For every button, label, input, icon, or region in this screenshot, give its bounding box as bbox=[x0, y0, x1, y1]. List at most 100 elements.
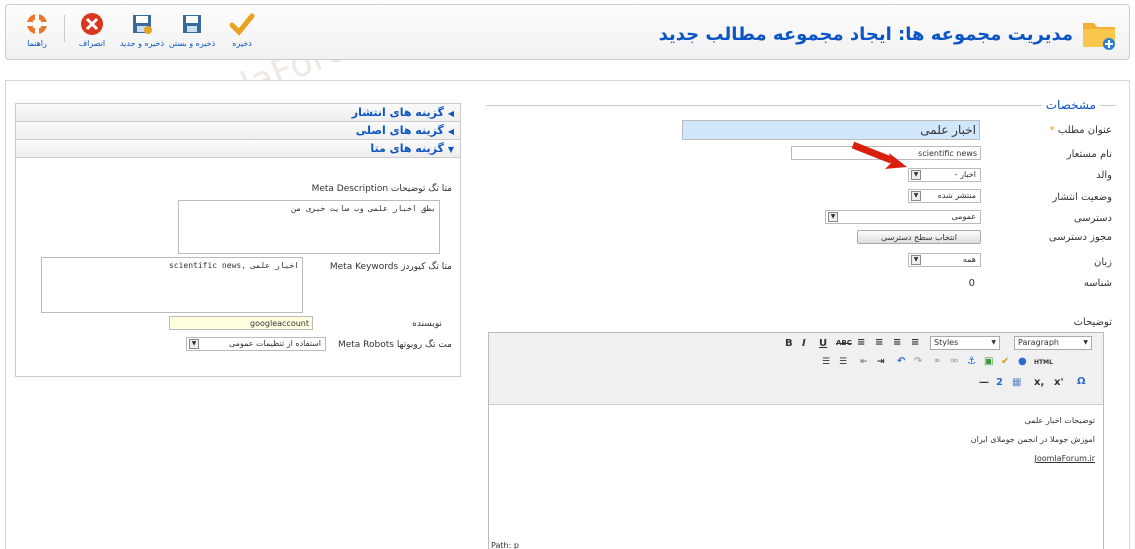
chevron-down-icon: ▼ bbox=[189, 339, 199, 349]
help-button[interactable]: راهنما bbox=[12, 9, 62, 48]
meta-keywords-textarea[interactable]: اخبار علمی ,scientific news bbox=[41, 257, 303, 313]
title-label: * عنوان مطلب bbox=[1050, 125, 1112, 136]
underline-button[interactable]: U bbox=[819, 338, 827, 349]
meta-description-textarea[interactable]: بطق اخبار علمی وب سایت خبری من bbox=[178, 200, 440, 254]
save-close-button[interactable]: ذخیره و بستن bbox=[167, 9, 217, 48]
title-input[interactable]: اخبار علمی bbox=[682, 120, 980, 140]
chevron-left-icon: ◀ bbox=[447, 127, 454, 136]
title-label-text: عنوان مطلب bbox=[1057, 125, 1112, 136]
panel-basic-options[interactable]: گزینه های اصلی ◀ bbox=[16, 122, 460, 140]
parent-label: والد bbox=[1096, 170, 1112, 181]
folder-add-icon bbox=[1083, 23, 1115, 50]
redo-icon[interactable]: ↷ bbox=[914, 356, 922, 367]
chevron-down-icon: ▼ bbox=[447, 145, 454, 154]
undo-icon[interactable]: ↶ bbox=[897, 356, 905, 367]
permissions-label: مجوز دسترسی bbox=[1048, 232, 1112, 243]
author-label: نویسنده bbox=[412, 319, 442, 329]
align-left-icon[interactable]: ≡ bbox=[857, 337, 865, 348]
red-arrow-icon bbox=[851, 141, 907, 169]
editor-line: JoomlaForum.ir bbox=[1034, 454, 1095, 463]
chevron-down-icon: ▼ bbox=[1083, 339, 1088, 346]
save-button[interactable]: ذخیره bbox=[217, 9, 267, 48]
access-select[interactable]: عمومی ▼ bbox=[825, 210, 981, 224]
language-value: همه bbox=[962, 255, 976, 264]
align-justify-icon[interactable]: ≡ bbox=[911, 337, 919, 348]
access-value: عمومی bbox=[951, 212, 976, 221]
bold-button[interactable]: B bbox=[785, 338, 793, 349]
panel-metadata-options[interactable]: گزینه های متا ▼ bbox=[16, 140, 460, 158]
subscript-icon[interactable]: x, bbox=[1034, 377, 1044, 388]
select-access-level-button[interactable]: انتخاب سطح دسترسی bbox=[857, 230, 981, 244]
editor-line: اموزش جوملا در انجمن جوملای ایران bbox=[970, 435, 1095, 444]
options-sidebar: گزینه های انتشار ◀ گزینه های اصلی ◀ گزینه … bbox=[15, 103, 461, 377]
main-content: گزینه های انتشار ◀ گزینه های اصلی ◀ گزینه … bbox=[5, 80, 1130, 549]
chevron-down-icon: ▼ bbox=[991, 339, 996, 346]
save-new-icon bbox=[133, 15, 152, 34]
state-select[interactable]: منتشر شده ▼ bbox=[908, 189, 981, 203]
styles-value: Styles bbox=[934, 338, 959, 347]
panel-label: گزینه های اصلی bbox=[355, 124, 444, 137]
editor-toolbar: B I U ABC ≡ ≡ ≡ ≡ Styles ▼ Paragraph ▼ ☰ ☰… bbox=[489, 333, 1103, 405]
special-char-icon[interactable]: Ω bbox=[1077, 376, 1086, 387]
id-label: شناسه bbox=[1083, 278, 1112, 289]
cleanup-icon[interactable]: ✔ bbox=[1001, 356, 1009, 367]
save-new-button[interactable]: ذخیره و جدید bbox=[117, 9, 167, 48]
remove-format-icon[interactable]: 2 bbox=[996, 377, 1003, 388]
editor-content[interactable]: توضیحات اخبار علمی اموزش جوملا در انجمن … bbox=[489, 405, 1103, 549]
meta-robots-value: استفاده از تنظیمات عمومی bbox=[229, 339, 321, 348]
page-title-wrap: مدیریت مجموعه ها: ایجاد مجموعه مطالب جدی… bbox=[659, 17, 1117, 51]
link-icon[interactable]: ⚭ bbox=[933, 356, 941, 367]
strikethrough-button[interactable]: ABC bbox=[836, 339, 852, 347]
details-legend: مشخصات bbox=[1041, 98, 1100, 112]
chevron-down-icon: ▼ bbox=[911, 255, 921, 265]
parent-value: - اخبار bbox=[954, 170, 976, 179]
italic-button[interactable]: I bbox=[802, 338, 806, 349]
chevron-down-icon: ▼ bbox=[911, 170, 921, 180]
alias-label: نام مستعار bbox=[1066, 149, 1112, 160]
panel-publishing-options[interactable]: گزینه های انتشار ◀ bbox=[16, 104, 460, 122]
cancel-label: انصراف bbox=[78, 39, 106, 48]
align-right-icon[interactable]: ≡ bbox=[893, 337, 901, 348]
help-icon[interactable]: ● bbox=[1018, 356, 1027, 367]
state-label: وضعیت انتشار bbox=[1052, 192, 1112, 203]
horizontal-rule-icon[interactable]: — bbox=[979, 377, 989, 388]
required-mark: * bbox=[1049, 125, 1055, 136]
panel-label: گزینه های انتشار bbox=[351, 106, 444, 119]
save-new-label: ذخیره و جدید bbox=[119, 39, 165, 48]
paragraph-select[interactable]: Paragraph ▼ bbox=[1014, 336, 1092, 350]
language-select[interactable]: همه ▼ bbox=[908, 253, 981, 267]
save-label: ذخیره bbox=[232, 39, 252, 48]
outdent-icon[interactable]: ⇤ bbox=[860, 357, 868, 367]
meta-robots-label: Meta Robots مت تگ روبوتها bbox=[337, 340, 452, 350]
visual-aid-icon[interactable]: ▦ bbox=[1012, 377, 1021, 388]
bullet-list-icon[interactable]: ☰ bbox=[822, 357, 830, 367]
cancel-button[interactable]: انصراف bbox=[67, 9, 117, 48]
details-fieldset: مشخصات * عنوان مطلب اخبار علمی نام مستعا… bbox=[473, 81, 1130, 549]
parent-select[interactable]: - اخبار ▼ bbox=[908, 168, 981, 182]
help-lifebuoy-icon bbox=[26, 13, 48, 35]
language-label: زبان bbox=[1093, 257, 1112, 268]
author-input[interactable]: googleaccount bbox=[169, 316, 313, 330]
paragraph-value: Paragraph bbox=[1018, 338, 1059, 347]
header-bar: راهنما انصراف ذخیره و جدید ذخیره و بستن … bbox=[5, 4, 1130, 60]
editor-line: توضیحات اخبار علمی bbox=[1024, 416, 1095, 425]
indent-icon[interactable]: ⇥ bbox=[877, 357, 885, 367]
cancel-icon bbox=[81, 13, 103, 35]
help-label: راهنما bbox=[27, 39, 47, 48]
checkmark-icon bbox=[229, 13, 255, 36]
align-center-icon[interactable]: ≡ bbox=[875, 337, 883, 348]
html-source-icon[interactable]: HTML bbox=[1034, 359, 1053, 366]
styles-select[interactable]: Styles ▼ bbox=[930, 336, 1000, 350]
superscript-icon[interactable]: x' bbox=[1054, 377, 1064, 388]
id-value: 0 bbox=[968, 278, 975, 289]
description-label: توضیحات bbox=[1073, 317, 1112, 328]
editor-path: Path: p bbox=[491, 541, 519, 549]
page-title: مدیریت مجموعه ها: ایجاد مجموعه مطالب جدی… bbox=[658, 23, 1073, 45]
unlink-icon[interactable]: ⚮ bbox=[950, 356, 958, 367]
anchor-icon[interactable]: ⚓ bbox=[967, 356, 976, 367]
description-editor: B I U ABC ≡ ≡ ≡ ≡ Styles ▼ Paragraph ▼ ☰ ☰… bbox=[488, 332, 1104, 549]
toolbar-divider bbox=[64, 15, 65, 42]
image-icon[interactable]: ▣ bbox=[984, 356, 993, 367]
numbered-list-icon[interactable]: ☰ bbox=[839, 357, 847, 367]
meta-robots-select[interactable]: استفاده از تنظیمات عمومی ▼ bbox=[186, 337, 326, 351]
